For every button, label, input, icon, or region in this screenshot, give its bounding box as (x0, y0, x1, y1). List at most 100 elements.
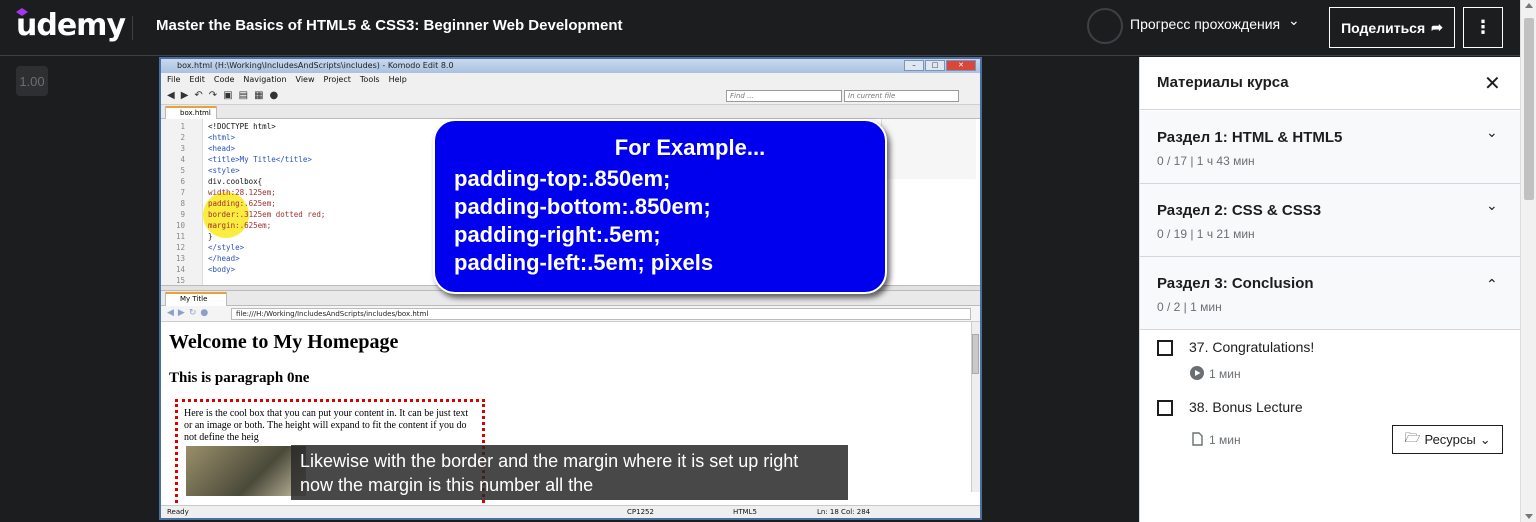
maximize-icon: □ (925, 60, 945, 71)
lecture-duration: 1 мин (1209, 433, 1241, 447)
page-subheading: This is paragraph 0ne (169, 370, 310, 386)
line-number: 2 (180, 133, 185, 142)
callout-line: padding-left:.5em; pixels (454, 250, 714, 275)
resources-label: Ресурсы (1424, 432, 1476, 447)
undo-icon: ↶ (194, 90, 203, 101)
line-number: 8 (180, 199, 185, 208)
status-language: HTML5 (733, 508, 757, 516)
editor-tab: box.html (165, 106, 217, 119)
line-number: 13 (175, 254, 185, 263)
line-number: 10 (175, 221, 185, 230)
coolbox-text: Here is the cool box that you can put yo… (184, 408, 469, 443)
scroll-down-icon[interactable] (1525, 514, 1533, 519)
section-2[interactable]: Раздел 2: CSS & CSS3 0 / 19 | 1 ч 21 мин… (1140, 184, 1521, 257)
example-callout: For Example... padding-top:.850em; paddi… (433, 119, 887, 294)
play-icon (1190, 366, 1204, 380)
code-text: padding:.625em; (208, 199, 276, 208)
page-scrollbar[interactable] (1520, 0, 1536, 522)
callout-line: padding-right:.5em; (454, 222, 661, 247)
new-file-icon: ▣ (223, 90, 233, 101)
more-options-button[interactable]: ⋮ (1463, 7, 1503, 48)
minimize-icon: – (904, 60, 924, 71)
menu-code: Code (213, 75, 235, 84)
chevron-down-icon[interactable]: ⌄ (1486, 125, 1498, 141)
save-icon: ▦ (254, 90, 264, 101)
more-vertical-icon: ⋮ (1474, 17, 1492, 38)
browser-navbar: ◀ ▶ ↻ ● file:///H:/Working/IncludesAndSc… (161, 306, 980, 322)
status-ready: Ready (167, 508, 189, 516)
code-text: </style> (208, 243, 245, 252)
section-meta: 0 / 2 | 1 мин (1157, 300, 1222, 314)
forward-icon: ▶ (177, 308, 185, 318)
logo-hat-icon (16, 8, 28, 16)
lecture-checkbox[interactable] (1157, 340, 1173, 356)
lecture-title[interactable]: 38. Bonus Lecture (1189, 399, 1303, 415)
share-button-label: Поделиться (1341, 19, 1426, 36)
progress-ring[interactable] (1087, 8, 1123, 44)
resources-button[interactable]: 🗁 Ресурсы ⌄ (1392, 425, 1503, 454)
callout-line: padding-top:.850em; (454, 166, 671, 191)
line-number: 5 (180, 166, 185, 175)
menu-navigation: Navigation (243, 75, 287, 84)
line-number: 6 (180, 177, 185, 186)
line-number: 15 (175, 276, 185, 285)
code-text: <style> (208, 166, 240, 175)
section-title: Раздел 2: CSS & CSS3 (1157, 202, 1322, 219)
chevron-down-icon[interactable]: ⌄ (1288, 13, 1300, 29)
toolbar-icons: ◀ ▶ ↶ ↷ ▣ ▤ ▦ ● (167, 90, 278, 101)
find-input: Find ... (726, 90, 842, 102)
playback-speed[interactable]: 1.00 (16, 66, 48, 96)
page-scroll-thumb[interactable] (1524, 18, 1534, 200)
file-icon (1192, 432, 1203, 446)
section-3[interactable]: Раздел 3: Conclusion 0 / 2 | 1 мин ⌃ (1140, 257, 1521, 330)
reload-icon: ↻ (188, 308, 197, 318)
browser-tab: My Title (165, 292, 227, 306)
udemy-logo[interactable]: udemy (16, 8, 126, 43)
scroll-up-icon[interactable] (1525, 3, 1533, 8)
lecture-checkbox[interactable] (1157, 400, 1173, 416)
window-controls: – □ ✕ (904, 60, 976, 71)
course-title[interactable]: Master the Basics of HTML5 & CSS3: Begin… (156, 17, 623, 34)
scope-input: In current file (844, 90, 959, 102)
section-title: Раздел 1: HTML & HTML5 (1157, 129, 1343, 146)
chevron-down-icon[interactable]: ⌄ (1486, 198, 1498, 214)
stop-icon: ● (200, 308, 209, 318)
video-caption: Likewise with the border and the margin … (291, 445, 848, 500)
lecture-title[interactable]: 37. Congratulations! (1189, 339, 1314, 355)
code-text: width:28.125em; (208, 188, 276, 197)
komodo-window-title: box.html (H:\Working\IncludesAndScripts\… (177, 61, 454, 70)
forward-icon: ▶ (180, 90, 189, 101)
url-bar: file:///H:/Working/IncludesAndScripts/in… (231, 308, 971, 320)
menu-tools: Tools (359, 75, 380, 84)
section-meta: 0 / 19 | 1 ч 21 мин (1157, 227, 1255, 241)
chevron-up-icon[interactable]: ⌃ (1486, 277, 1498, 293)
menu-file: File (167, 75, 181, 84)
menu-project: Project (323, 75, 351, 84)
menu-help: Help (388, 75, 407, 84)
line-number: 3 (180, 144, 185, 153)
close-icon: ✕ (946, 60, 976, 71)
preview-scrollbar (971, 322, 980, 492)
progress-label[interactable]: Прогресс прохождения (1130, 16, 1280, 32)
komodo-titlebar: box.html (H:\Working\IncludesAndScripts\… (161, 59, 980, 73)
line-number: 11 (175, 232, 185, 241)
caption-line: Likewise with the border and the margin … (300, 451, 799, 471)
line-number: 4 (180, 155, 185, 164)
open-folder-icon: ▤ (238, 90, 249, 101)
coolbox-image (186, 446, 306, 496)
share-button[interactable]: Поделиться ➦ (1329, 7, 1455, 48)
sidebar-header: Материалы курса ✕ (1140, 57, 1521, 110)
code-text: } (208, 232, 213, 241)
komodo-toolbar: ◀ ▶ ↶ ↷ ▣ ▤ ▦ ● Find ... In current file (161, 87, 980, 105)
caption-line: now the margin is this number all the (300, 475, 594, 495)
section-1[interactable]: Раздел 1: HTML & HTML5 0 / 17 | 1 ч 43 м… (1140, 111, 1521, 184)
code-text: div.coolbox{ (208, 177, 263, 186)
top-header: udemy Master the Basics of HTML5 & CSS3:… (0, 0, 1536, 56)
share-arrow-icon: ➦ (1431, 19, 1443, 35)
code-text: <body> (208, 265, 236, 274)
line-number: 14 (175, 265, 185, 274)
callout-line: padding-bottom:.850em; (454, 194, 711, 219)
close-icon[interactable]: ✕ (1484, 71, 1501, 95)
redo-icon: ↷ (208, 90, 218, 101)
code-text: <title>My Title</title> (208, 155, 312, 164)
